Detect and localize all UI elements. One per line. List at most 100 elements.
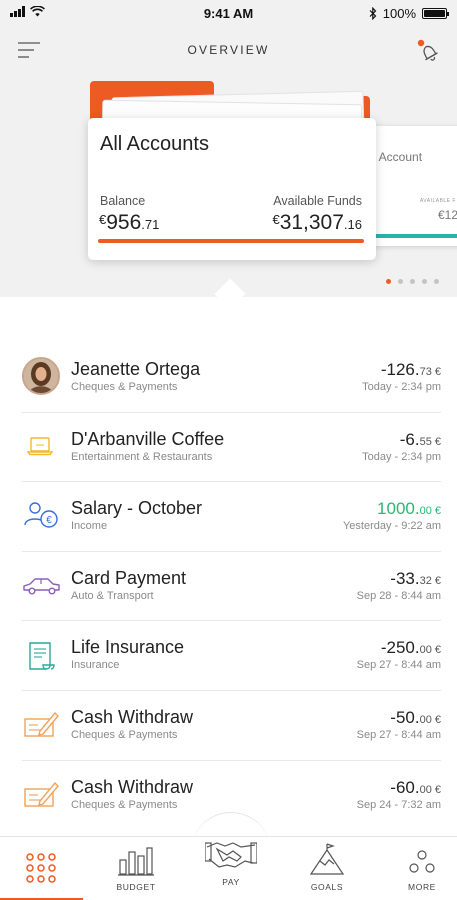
- available-currency: €: [272, 212, 280, 227]
- transaction-category: Cheques & Payments: [71, 798, 178, 811]
- transaction-name: Jeanette Ortega: [71, 359, 201, 379]
- amount-main: -33.: [390, 568, 420, 588]
- grid-icon: [26, 853, 56, 883]
- nav-goals[interactable]: GOALS: [287, 837, 367, 900]
- header: OVERVIEW: [0, 28, 457, 72]
- bar-chart-icon: [118, 847, 154, 876]
- transaction-name: Salary - October: [71, 498, 203, 519]
- status-bar: 9:41 AM 100%: [0, 0, 457, 28]
- handshake-icon: [205, 842, 257, 868]
- transaction-amount: -6.55 €: [400, 430, 441, 450]
- transaction-name: Cash Withdraw: [71, 776, 194, 797]
- transaction-time: Yesterday - 9:22 am: [342, 520, 441, 533]
- more-icon: [409, 850, 435, 873]
- car-icon: [23, 578, 60, 595]
- available-funds-label: Available Funds: [273, 194, 362, 208]
- transaction-row[interactable]: Life Insurance Insurance -250.00 € Sep 2…: [22, 621, 441, 691]
- pager-dot[interactable]: [386, 279, 391, 284]
- transaction-row[interactable]: Jeanette Ortega Cheques & Payments -126.…: [22, 343, 441, 413]
- amount-main: -60.: [390, 777, 420, 797]
- pager-dot[interactable]: [398, 279, 403, 284]
- svg-text:€: €: [46, 515, 52, 526]
- balance-cents: .71: [141, 217, 160, 232]
- transaction-name: Cash Withdraw: [71, 706, 194, 727]
- transaction-amount: -250.00 €: [381, 638, 441, 658]
- transaction-time: Sep 24 - 7:32 am: [356, 798, 441, 811]
- amount-cents: 00 €: [419, 644, 441, 657]
- transaction-category: Income: [71, 520, 108, 533]
- transaction-time: Sep 28 - 8:44 am: [356, 589, 441, 602]
- available-cents: .16: [343, 217, 362, 232]
- transaction-name: Card Payment: [71, 567, 187, 588]
- transaction-category: Cheques & Payments: [71, 728, 178, 741]
- amount-cents: 55 €: [419, 435, 441, 448]
- balance-amount: €956.71: [99, 211, 159, 235]
- transaction-name: D'Arbanville Coffee: [71, 428, 225, 449]
- pager-dot[interactable]: [422, 279, 427, 284]
- transaction-time: Today - 2:34 pm: [362, 381, 441, 393]
- notification-bell-icon[interactable]: [413, 36, 443, 66]
- transaction-time: Today - 2:34 pm: [362, 450, 441, 463]
- available-whole: 31,307: [279, 211, 344, 234]
- amount-cents: 00 €: [419, 505, 441, 518]
- transaction-category: Insurance: [71, 659, 120, 672]
- bottom-navigation: BUDGET PAY GOALS MORE: [0, 836, 457, 900]
- transaction-amount: -60.00 €: [390, 778, 441, 798]
- transaction-category: Entertainment & Restaurants: [71, 450, 213, 463]
- second-card-title: s Account: [370, 150, 423, 164]
- battery-percent: 100%: [382, 6, 416, 21]
- nav-more-label: MORE: [408, 882, 436, 892]
- battery-icon: [422, 8, 449, 19]
- balance-label: Balance: [100, 194, 146, 208]
- bluetooth-icon: [369, 7, 377, 20]
- balance-whole: 956: [106, 211, 142, 234]
- amount-main: 1000.: [377, 499, 420, 519]
- amount-main: -6.: [399, 429, 420, 449]
- transaction-row[interactable]: € Salary - October Income 1000.00 € Yest…: [22, 482, 441, 552]
- amount-cents: 00 €: [419, 713, 441, 726]
- transaction-category: Cheques & Payments: [71, 381, 178, 393]
- transaction-amount: -50.00 €: [390, 708, 441, 728]
- amount-main: -50.: [390, 707, 420, 727]
- salary-icon: €: [24, 502, 58, 528]
- status-right: 100%: [369, 6, 449, 21]
- transaction-list: Jeanette Ortega Cheques & Payments -126.…: [0, 343, 457, 830]
- transaction-amount: -126.73 €: [381, 360, 441, 380]
- nav-pay[interactable]: PAY: [191, 837, 271, 900]
- amount-main: -250.: [380, 638, 420, 658]
- amount-cents: 73 €: [419, 366, 441, 378]
- avatar: [22, 357, 62, 397]
- mountain-flag-icon: [309, 843, 345, 875]
- cheque-icon: [24, 781, 59, 807]
- transaction-time: Sep 27 - 8:44 am: [356, 659, 441, 672]
- laptop-icon: [26, 436, 54, 455]
- transaction-row[interactable]: D'Arbanville Coffee Entertainment & Rest…: [22, 413, 441, 483]
- nav-pay-label: PAY: [222, 877, 240, 887]
- transaction-time: Sep 27 - 8:44 am: [356, 728, 441, 741]
- transaction-amount: -33.32 €: [390, 569, 441, 589]
- nav-more[interactable]: MORE: [382, 837, 457, 900]
- all-accounts-card[interactable]: All Accounts Balance Available Funds €95…: [88, 118, 376, 260]
- transaction-row[interactable]: Cash Withdraw Cheques & Payments -50.00 …: [22, 691, 441, 761]
- account-card-title: All Accounts: [100, 133, 209, 155]
- page-title: OVERVIEW: [187, 43, 270, 57]
- cheque-icon: [24, 711, 59, 737]
- amount-cents: 00 €: [419, 783, 441, 796]
- amount-main: -126.: [380, 360, 420, 379]
- nav-budget[interactable]: BUDGET: [96, 837, 176, 900]
- document-icon: [29, 642, 55, 671]
- transaction-amount: 1000.00 €: [377, 499, 441, 519]
- nav-budget-label: BUDGET: [116, 882, 156, 892]
- available-funds-amount: €31,307.16: [272, 211, 362, 235]
- second-card-amount: €12: [438, 208, 457, 222]
- pager-dot[interactable]: [434, 279, 439, 284]
- amount-cents: 32 €: [419, 574, 441, 587]
- nav-goals-label: GOALS: [310, 882, 344, 892]
- transaction-name: Life Insurance: [71, 637, 185, 658]
- carousel-pager[interactable]: [386, 279, 439, 284]
- second-card-available-label: AVAILABLE F: [419, 198, 456, 204]
- card-progress-bar: [98, 239, 364, 243]
- transaction-row[interactable]: Card Payment Auto & Transport -33.32 € S…: [22, 552, 441, 622]
- pager-dot[interactable]: [410, 279, 415, 284]
- nav-home[interactable]: [0, 837, 83, 900]
